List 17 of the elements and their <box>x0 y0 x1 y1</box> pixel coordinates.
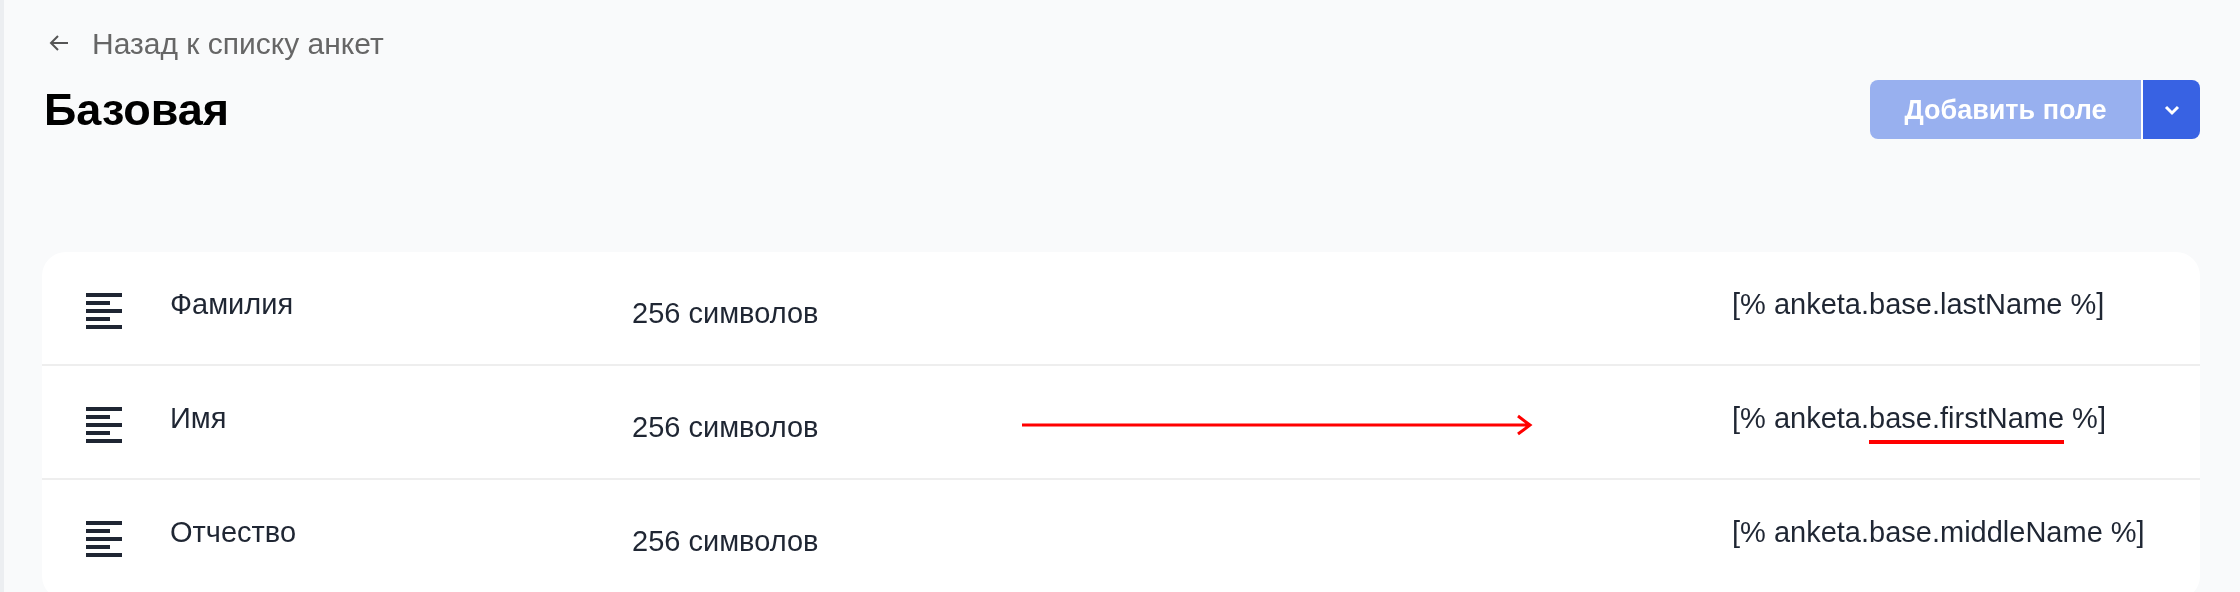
field-variable: [% anketa.base.lastName %] <box>1732 289 2105 319</box>
dropdown-button[interactable] <box>2141 80 2200 140</box>
field-name: Отчество <box>170 514 297 550</box>
field-size: 256 символов <box>632 523 819 559</box>
field-name: Имя <box>170 400 227 436</box>
page-title: Базовая <box>44 83 229 137</box>
back-arrow-icon[interactable] <box>48 33 70 53</box>
field-size: 256 символов <box>632 409 819 445</box>
field-size: 256 символов <box>632 295 819 331</box>
field-variable: [% anketa.base.firstName %] <box>1732 403 2106 433</box>
field-variable: [% anketa.base.middleName %] <box>1732 517 2145 547</box>
field-name: Фамилия <box>170 286 294 322</box>
chevron-down-icon <box>2162 103 2181 116</box>
text-lines-icon <box>86 292 124 331</box>
text-lines-icon <box>86 520 124 559</box>
text-lines-icon <box>86 406 124 445</box>
back-link[interactable]: Назад к списку анкет <box>92 20 384 66</box>
